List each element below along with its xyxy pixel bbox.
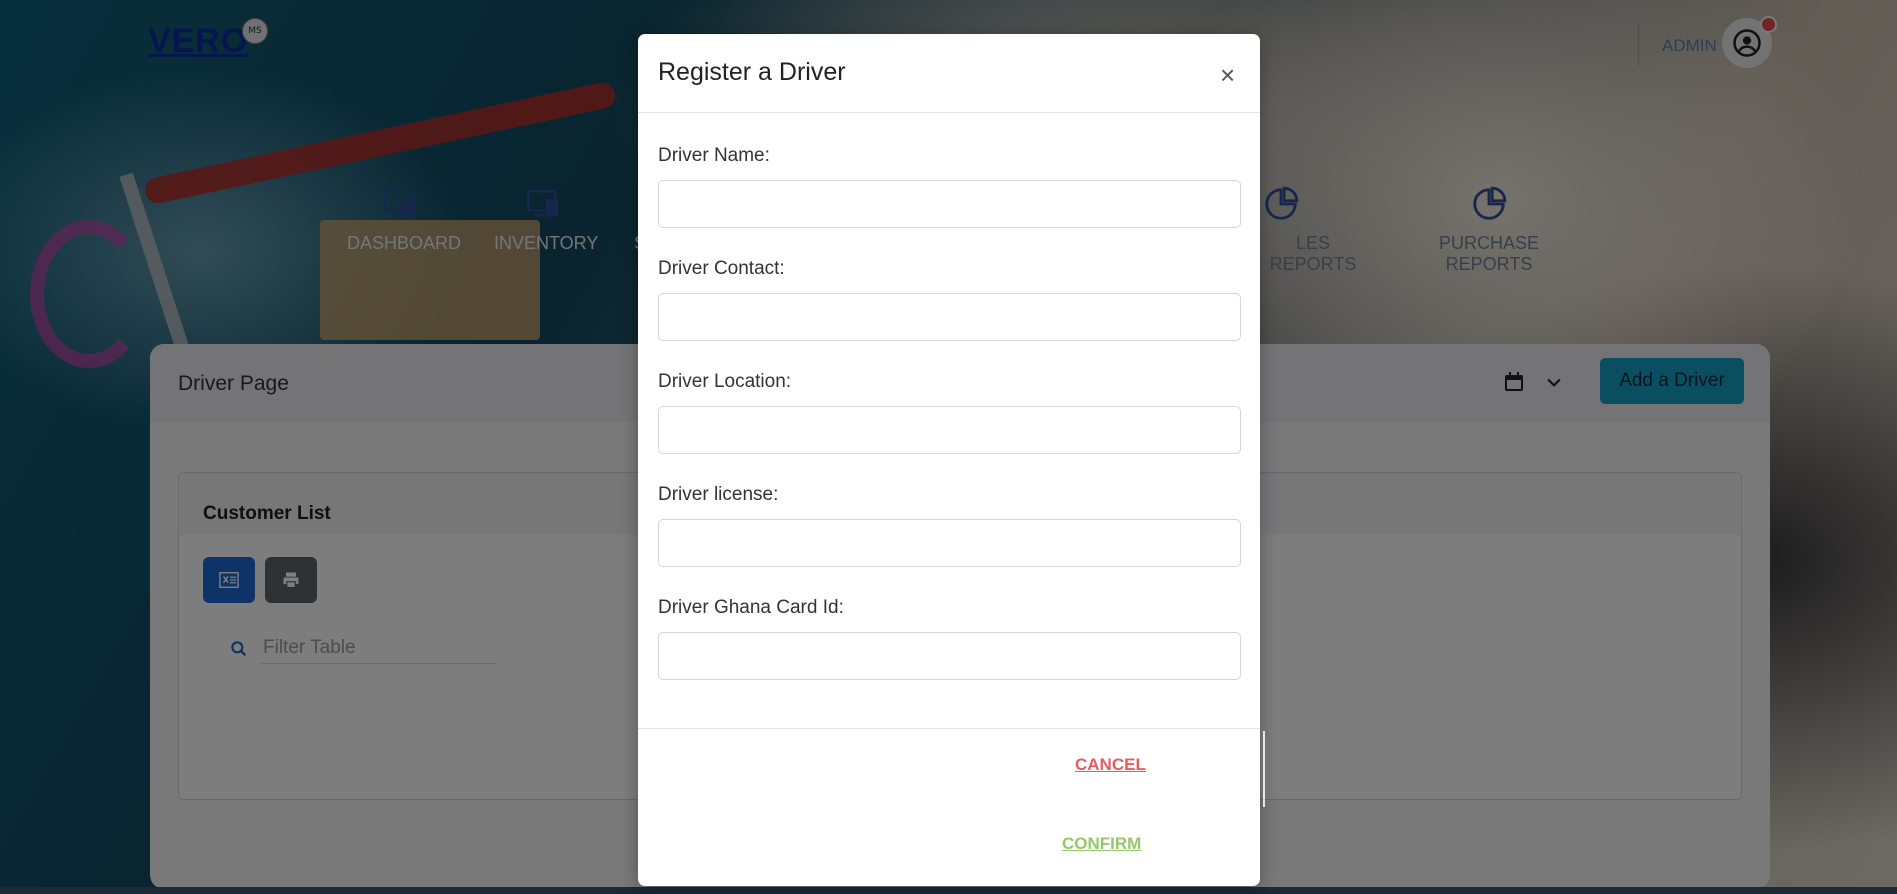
driver-location-input[interactable] [658, 406, 1241, 454]
driver-ghana-card-input[interactable] [658, 632, 1241, 680]
driver-license-label: Driver license: [658, 484, 779, 505]
close-button[interactable]: × [1220, 60, 1235, 91]
modal-header: Register a Driver × [638, 34, 1260, 113]
modal-title: Register a Driver [658, 58, 846, 86]
modal-body: Driver Name: Driver Contact: Driver Loca… [638, 145, 1260, 680]
driver-contact-input[interactable] [658, 293, 1241, 341]
driver-ghana-card-label: Driver Ghana Card Id: [658, 597, 844, 618]
cancel-button[interactable]: CANCEL [1075, 755, 1146, 775]
taskbar [0, 887, 1897, 894]
modal-footer: CANCEL CONFIRM [638, 728, 1265, 887]
driver-license-input[interactable] [658, 519, 1241, 567]
confirm-button[interactable]: CONFIRM [1062, 834, 1141, 854]
driver-name-input[interactable] [658, 180, 1241, 228]
register-driver-modal: Register a Driver × Driver Name: Driver … [638, 34, 1265, 887]
driver-location-label: Driver Location: [658, 371, 792, 392]
driver-name-label: Driver Name: [658, 145, 770, 166]
driver-contact-label: Driver Contact: [658, 258, 785, 279]
footer-divider [1263, 731, 1265, 807]
